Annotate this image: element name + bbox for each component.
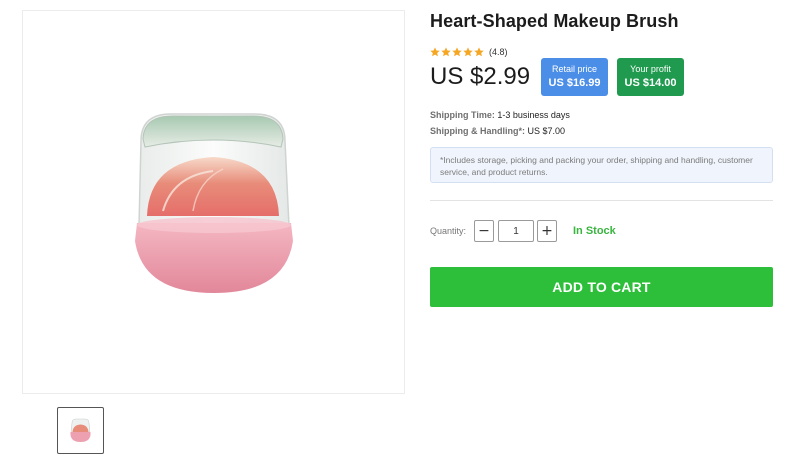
retail-price-value: US $16.99 — [548, 77, 601, 89]
thumbnail-brush-image — [70, 418, 91, 442]
profit-label: Your profit — [630, 64, 671, 74]
star-icon — [463, 47, 473, 57]
product-thumbnail[interactable] — [57, 407, 104, 454]
shipping-handling-value: US $7.00 — [527, 126, 566, 136]
retail-price-badge: Retail price US $16.99 — [541, 58, 608, 96]
shipping-time-label: Shipping Time: — [430, 110, 495, 120]
retail-price-label: Retail price — [551, 64, 598, 74]
star-icon — [430, 47, 440, 57]
makeup-brush-image — [135, 113, 293, 293]
star-icon — [474, 47, 484, 57]
rating-value: (4.8) — [489, 47, 508, 57]
star-icon — [452, 47, 462, 57]
shipping-handling-label: Shipping & Handling*: — [430, 126, 525, 136]
quantity-input[interactable] — [498, 220, 534, 242]
product-rating: (4.8) — [430, 47, 508, 57]
product-title: Heart-Shaped Makeup Brush — [430, 11, 679, 31]
shipping-time-value: 1-3 business days — [497, 110, 570, 120]
quantity-label: Quantity: — [430, 226, 467, 236]
shipping-notice: *Includes storage, picking and packing y… — [430, 147, 773, 183]
profit-value: US $14.00 — [624, 77, 677, 89]
rating-stars — [430, 47, 484, 57]
shipping-time: Shipping Time: 1-3 business days — [430, 110, 570, 120]
profit-badge: Your profit US $14.00 — [617, 58, 684, 96]
shipping-handling: Shipping & Handling*: US $7.00 — [430, 126, 565, 136]
star-icon — [441, 47, 451, 57]
quantity-decrement-button[interactable]: − — [474, 220, 494, 242]
product-main-image — [22, 10, 405, 394]
quantity-increment-button[interactable]: + — [537, 220, 557, 242]
divider — [430, 200, 773, 201]
stock-status: In Stock — [573, 225, 616, 237]
product-price: US $2.99 — [430, 63, 531, 90]
add-to-cart-button[interactable]: ADD TO CART — [430, 267, 773, 307]
